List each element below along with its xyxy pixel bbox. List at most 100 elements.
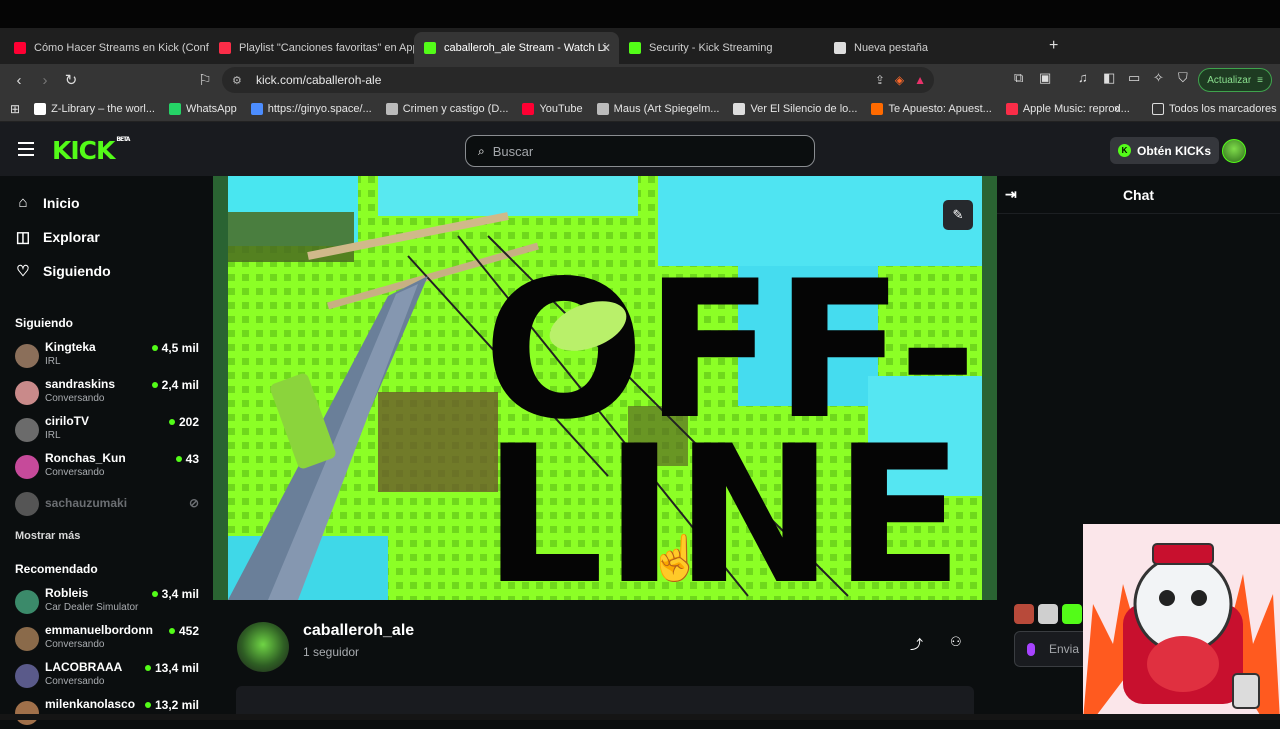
brave-shield-icon bbox=[834, 42, 846, 54]
viewer-count: 13,2 mil bbox=[154, 698, 199, 712]
leo-icon[interactable]: ✧ bbox=[1153, 70, 1164, 86]
forward-icon[interactable]: › bbox=[32, 72, 58, 89]
bookmark-icon[interactable]: ⚐ bbox=[192, 71, 218, 89]
sidebar-channel[interactable]: sandraskins Conversando 2,4 mil bbox=[15, 377, 205, 409]
get-kicks-button[interactable]: K Obtén KICKs bbox=[1110, 137, 1220, 164]
kick-icon bbox=[629, 42, 641, 54]
apps-grid-icon[interactable]: ⊞ bbox=[10, 102, 20, 116]
bookmark-label: WhatsApp bbox=[185, 102, 237, 115]
emote-icon[interactable] bbox=[1038, 604, 1058, 624]
sidebar-channel[interactable]: Ronchas_Kun Conversando 43 bbox=[15, 451, 205, 483]
share-icon[interactable]: ⇪ bbox=[875, 73, 885, 87]
ta-icon bbox=[871, 102, 884, 115]
offline-banner: OFF- LINE bbox=[228, 176, 982, 600]
channel-category: Conversando bbox=[45, 467, 105, 478]
live-dot-icon bbox=[144, 702, 151, 708]
nav-item-explorar[interactable]: ◫ Explorar bbox=[15, 228, 100, 246]
bookmark-item[interactable]: Z-Library – the worl... bbox=[34, 102, 155, 115]
bookmark-item[interactable]: Crimen y castigo (D... bbox=[385, 102, 508, 115]
reader-icon[interactable]: ▣ bbox=[1039, 70, 1051, 86]
channel-name[interactable]: caballeroh_ale bbox=[303, 622, 414, 640]
hamburger-menu-icon[interactable] bbox=[18, 142, 34, 160]
sidebar-channel[interactable]: emmanuelbordonn Conversando 452 bbox=[15, 623, 205, 655]
browser-tab[interactable]: Cómo Hacer Streams en Kick (Config bbox=[4, 32, 209, 64]
brave-shields-icon[interactable]: ◈ bbox=[895, 73, 904, 87]
sidebar-channel[interactable]: milenkanolasco 13,2 mil bbox=[15, 697, 205, 729]
update-button[interactable]: Actualizar ≡ bbox=[1198, 68, 1272, 92]
collapse-chat-icon[interactable]: ⇥ bbox=[1005, 186, 1017, 203]
vpn-icon[interactable]: ⛉ bbox=[1178, 70, 1188, 86]
live-dot-icon bbox=[151, 382, 158, 388]
url-field[interactable]: ⚙ kick.com/caballeroh-ale ⇪ ◈ ▲ bbox=[222, 67, 934, 93]
share-icon[interactable]: ⤴ bbox=[910, 634, 923, 653]
mic-icon[interactable] bbox=[1027, 642, 1035, 656]
bookmark-label: Z-Library – the worl... bbox=[51, 102, 155, 115]
browser-tab-bar: Cómo Hacer Streams en Kick (Config Playli… bbox=[0, 28, 1280, 81]
viewer-count: 43 bbox=[185, 452, 199, 466]
offline-illustration: OFF- LINE bbox=[228, 176, 982, 600]
channel-avatar[interactable] bbox=[237, 622, 289, 672]
channel-avatar bbox=[15, 590, 39, 614]
nav-label: Siguiendo bbox=[43, 263, 111, 279]
user-avatar[interactable] bbox=[1222, 139, 1246, 163]
bookmark-item[interactable]: Ver El Silencio de lo... bbox=[733, 102, 857, 115]
logo-text: KICK bbox=[52, 136, 115, 165]
show-more-link[interactable]: Mostrar más bbox=[15, 530, 80, 542]
video-player[interactable]: OFF- LINE bbox=[213, 176, 997, 600]
nav-item-inicio[interactable]: ⌂ Inicio bbox=[15, 194, 79, 211]
close-tab-icon[interactable]: ✕ bbox=[601, 41, 611, 55]
bookmark-item[interactable]: YouTube bbox=[522, 102, 583, 115]
sidebar-channel[interactable]: LACOBRAAA Conversando 13,4 mil bbox=[15, 660, 205, 692]
bookmark-label: YouTube bbox=[539, 102, 583, 115]
bookmark-item[interactable]: https://ginyo.space/... bbox=[250, 102, 372, 115]
sidebar-channel[interactable]: Kingteka IRL 4,5 mil bbox=[15, 340, 205, 372]
browser-tab[interactable]: caballeroh_ale Stream - Watch Li ✕ bbox=[414, 32, 619, 64]
back-icon[interactable]: ‹ bbox=[6, 72, 32, 89]
sidebar-channel[interactable]: ciriloTV IRL 202 bbox=[15, 414, 205, 446]
channel-avatar bbox=[15, 664, 39, 688]
search-input[interactable]: ⌕ Buscar bbox=[465, 135, 815, 167]
channel-avatar bbox=[15, 455, 39, 479]
channel-name: sachauzumaki bbox=[45, 496, 128, 510]
new-tab-icon[interactable]: + bbox=[1049, 37, 1058, 55]
sidebar-icon[interactable]: ◧ bbox=[1103, 70, 1115, 86]
wallet-icon[interactable]: ▭ bbox=[1128, 70, 1140, 86]
extensions-icon[interactable]: ⧉ bbox=[1014, 70, 1023, 86]
reload-icon[interactable]: ↻ bbox=[58, 71, 84, 89]
address-bar: ‹ › ↻ ⚐ ⚙ kick.com/caballeroh-ale ⇪ ◈ ▲ … bbox=[0, 64, 1280, 96]
media-icon[interactable]: ♫ bbox=[1078, 70, 1088, 85]
browser-tab[interactable]: Security - Kick Streaming bbox=[619, 32, 824, 64]
browser-tab[interactable]: Nueva pestaña bbox=[824, 32, 1029, 64]
nav-item-siguiendo[interactable]: ♡ Siguiendo bbox=[15, 262, 111, 280]
channel-avatar bbox=[15, 627, 39, 651]
all-bookmarks[interactable]: Todos los marcadores bbox=[1152, 102, 1277, 115]
bookmark-item[interactable]: WhatsApp bbox=[168, 102, 237, 115]
explore-icon: ◫ bbox=[15, 229, 31, 246]
site-info-icon[interactable]: ⚙ bbox=[232, 74, 242, 87]
taskbar-strip bbox=[0, 714, 1280, 720]
kick-site: KICK BETA ⌕ Buscar K Obtén KICKs ⌂ Inicio ◫… bbox=[0, 122, 1280, 725]
bookmark-item[interactable]: Apple Music: reprod... bbox=[1005, 102, 1130, 115]
kick-logo[interactable]: KICK BETA bbox=[52, 136, 130, 165]
brave-rewards-icon[interactable]: ▲ bbox=[914, 73, 926, 87]
channel-category: Car Dealer Simulator bbox=[45, 602, 139, 613]
browser-tab[interactable]: Playlist "Canciones favoritas" en Appl bbox=[209, 32, 414, 64]
chat-title: Chat bbox=[1122, 186, 1155, 203]
update-label: Actualizar bbox=[1207, 74, 1252, 86]
follow-user-icon[interactable]: ⚇ bbox=[950, 634, 962, 650]
sidebar-channel[interactable]: Robleis Car Dealer Simulator 3,4 mil bbox=[15, 586, 205, 618]
channel-name: emmanuelbordonn bbox=[45, 623, 154, 637]
emote-icon[interactable] bbox=[1062, 604, 1082, 624]
live-dot-icon bbox=[175, 456, 182, 462]
sidebar-channel[interactable]: sachauzumaki ⊘ bbox=[15, 488, 205, 520]
more-bookmarks-icon[interactable]: » bbox=[1114, 103, 1120, 115]
bookmark-item[interactable]: Maus (Art Spiegelm... bbox=[596, 102, 719, 115]
edit-pencil-icon[interactable]: ✎ bbox=[943, 200, 973, 230]
emote-row bbox=[1014, 604, 1082, 624]
viewer-count: 3,4 mil bbox=[161, 587, 199, 601]
bookmark-item[interactable]: Te Apuesto: Apuest... bbox=[871, 102, 992, 115]
home-icon: ⌂ bbox=[18, 194, 28, 211]
emote-icon[interactable] bbox=[1014, 604, 1034, 624]
tab-title: Nueva pestaña bbox=[854, 42, 928, 54]
following-header: Siguiendo bbox=[15, 316, 73, 330]
